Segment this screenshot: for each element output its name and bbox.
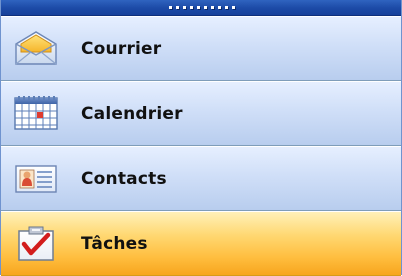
nav-item-calendar-label: Calendrier <box>81 103 183 124</box>
nav-item-mail[interactable]: Courrier <box>1 16 401 81</box>
nav-item-tasks[interactable]: Tâches <box>1 211 401 276</box>
nav-item-mail-label: Courrier <box>81 38 162 59</box>
pane-splitter[interactable] <box>1 0 401 16</box>
navigation-pane: Courrier Calendrier Contacts Tâches <box>0 0 402 276</box>
contact-card-icon <box>13 160 59 198</box>
task-clipboard-check-icon <box>13 225 59 263</box>
nav-item-calendar[interactable]: Calendrier <box>1 81 401 146</box>
splitter-grip-icon[interactable] <box>169 4 239 10</box>
nav-item-contacts[interactable]: Contacts <box>1 146 401 211</box>
nav-item-tasks-label: Tâches <box>81 233 148 254</box>
calendar-icon <box>13 95 59 133</box>
nav-item-contacts-label: Contacts <box>81 168 167 189</box>
mail-envelope-icon <box>13 30 59 68</box>
